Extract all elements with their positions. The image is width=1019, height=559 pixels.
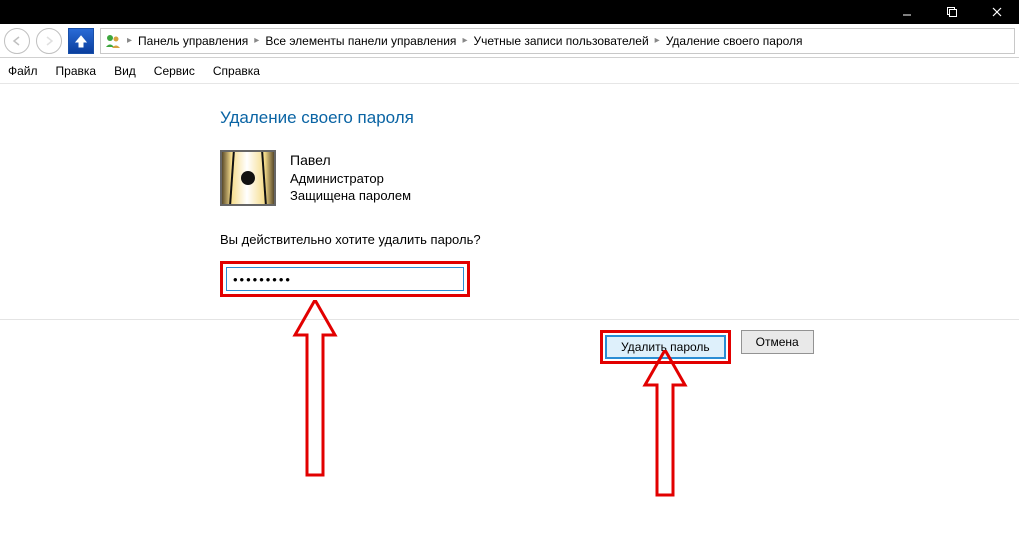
delete-password-button[interactable]: Удалить пароль: [605, 335, 726, 359]
breadcrumb-item[interactable]: Удаление своего пароля: [666, 34, 803, 48]
chevron-right-icon: ▸: [655, 35, 660, 46]
maximize-button[interactable]: [929, 0, 974, 24]
confirm-text: Вы действительно хотите удалить пароль?: [220, 232, 1019, 247]
password-input[interactable]: [226, 267, 464, 291]
arrow-up-icon: [74, 34, 88, 48]
nav-row: ▸ Панель управления ▸ Все элементы панел…: [0, 24, 1019, 58]
annotation-arrow-icon: [635, 350, 695, 500]
user-accounts-icon: [105, 33, 121, 49]
user-info: Павел Администратор Защищена паролем: [290, 151, 411, 205]
chevron-right-icon: ▸: [462, 35, 467, 46]
avatar: [220, 150, 276, 206]
arrow-left-icon: [11, 35, 23, 47]
delete-button-highlight: Удалить пароль: [600, 330, 731, 364]
menu-service[interactable]: Сервис: [154, 64, 195, 78]
user-name: Павел: [290, 151, 411, 170]
user-status: Защищена паролем: [290, 187, 411, 205]
arrow-right-icon: [43, 35, 55, 47]
forward-button[interactable]: [36, 28, 62, 54]
cancel-button[interactable]: Отмена: [741, 330, 814, 354]
button-row: Удалить пароль Отмена: [0, 320, 1019, 364]
chevron-right-icon: ▸: [127, 35, 132, 46]
menu-edit[interactable]: Правка: [56, 64, 97, 78]
back-button[interactable]: [4, 28, 30, 54]
breadcrumb-item[interactable]: Учетные записи пользователей: [473, 34, 648, 48]
menu-help[interactable]: Справка: [213, 64, 260, 78]
page-title: Удаление своего пароля: [220, 108, 1019, 128]
user-row: Павел Администратор Защищена паролем: [220, 150, 1019, 206]
main-content: Удаление своего пароля Павел Администрат…: [0, 84, 1019, 297]
user-role: Администратор: [290, 170, 411, 188]
breadcrumb-item[interactable]: Панель управления: [138, 34, 248, 48]
menu-file[interactable]: Файл: [8, 64, 38, 78]
menu-view[interactable]: Вид: [114, 64, 136, 78]
menu-bar: Файл Правка Вид Сервис Справка: [0, 58, 1019, 84]
close-button[interactable]: [974, 0, 1019, 24]
up-button[interactable]: [68, 28, 94, 54]
titlebar: [0, 0, 1019, 24]
breadcrumb-item[interactable]: Все элементы панели управления: [265, 34, 456, 48]
address-bar[interactable]: ▸ Панель управления ▸ Все элементы панел…: [100, 28, 1015, 54]
minimize-button[interactable]: [884, 0, 929, 24]
chevron-right-icon: ▸: [254, 35, 259, 46]
password-highlight: [220, 261, 470, 297]
